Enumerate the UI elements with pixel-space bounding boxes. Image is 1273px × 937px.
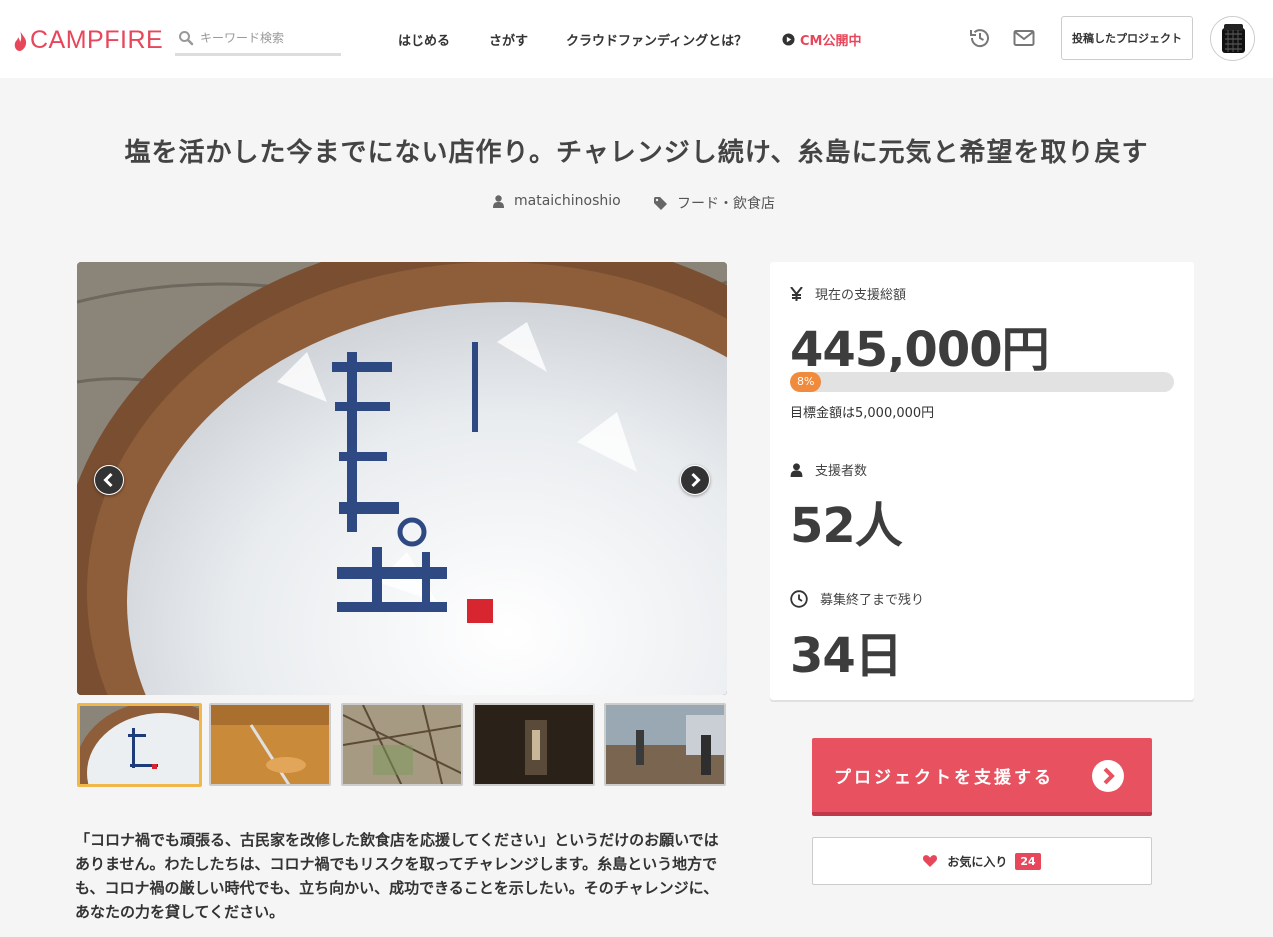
nav-explore[interactable]: さがす <box>489 30 528 49</box>
logo-text: CAMPFIRE <box>30 26 164 54</box>
avatar-image <box>1211 17 1254 60</box>
remaining-days: 34日 <box>790 628 903 684</box>
favorite-count-badge: 24 <box>1015 852 1041 870</box>
campfire-logo[interactable]: CAMPFIRE <box>14 26 163 55</box>
play-icon <box>782 33 795 46</box>
funding-stats-card: 現在の支援総額 445,000円 8% 目標金額は5,000,000円 支援者数… <box>770 262 1194 700</box>
history-icon[interactable] <box>968 26 992 50</box>
salt-basket-image <box>77 262 727 695</box>
search-icon <box>179 30 194 45</box>
total-label: 現在の支援総額 <box>790 284 906 303</box>
project-title: 塩を活かした今までにない店作り。チャレンジし続け、糸島に元気と希望を取り戻す <box>124 138 1149 168</box>
support-project-button[interactable]: プロジェクトを支援する <box>812 738 1152 816</box>
thumbnail-4[interactable] <box>473 703 595 786</box>
user-icon <box>493 194 504 208</box>
backers-label-text: 支援者数 <box>815 464 868 479</box>
support-button-label: プロジェクトを支援する <box>834 767 1054 788</box>
tag-icon <box>654 196 667 210</box>
thumbnail-3[interactable] <box>341 703 463 786</box>
total-label-text: 現在の支援総額 <box>815 288 907 303</box>
thumbnail-image <box>475 705 593 784</box>
nav-about-crowdfunding[interactable]: クラウドファンディングとは？ <box>566 30 747 49</box>
thumbnail-2[interactable] <box>209 703 331 786</box>
favorite-label: お気に入り <box>947 854 1008 869</box>
search-box[interactable] <box>175 22 341 56</box>
backers-count: 52人 <box>790 498 903 554</box>
remaining-label: 募集終了まで残り <box>790 589 924 608</box>
posted-projects-button[interactable]: 投稿したプロジェクト <box>1061 16 1193 60</box>
chevron-left-icon <box>95 466 123 494</box>
site-header: CAMPFIRE はじめる さがす クラウドファンディングとは？ CM公開中 投… <box>0 0 1273 78</box>
chevron-right-icon <box>681 466 709 494</box>
yen-icon <box>790 286 803 301</box>
funding-progress-bar: 8% <box>790 372 1174 392</box>
project-category[interactable]: フード・飲食店 <box>654 193 775 213</box>
thumbnail-5[interactable] <box>604 703 726 786</box>
nav-cm[interactable]: CM公開中 <box>782 30 861 49</box>
nav-cm-label: CM公開中 <box>800 34 862 49</box>
prev-image-button[interactable] <box>94 465 124 495</box>
arrow-right-icon <box>1092 760 1124 792</box>
user-icon <box>790 462 803 477</box>
flame-icon <box>14 30 27 51</box>
heart-icon <box>923 855 938 867</box>
progress-fill: 8% <box>790 372 821 392</box>
thumbnail-image <box>80 706 199 784</box>
project-main-image[interactable] <box>77 262 727 695</box>
project-owner[interactable]: mataichinoshio <box>493 193 621 209</box>
thumbnail-image <box>211 705 329 784</box>
thumbnail-image <box>606 705 724 784</box>
nav-start[interactable]: はじめる <box>398 30 450 49</box>
favorite-button[interactable]: お気に入り 24 <box>812 837 1152 885</box>
backers-label: 支援者数 <box>790 460 867 479</box>
search-input[interactable] <box>200 30 330 45</box>
mail-icon[interactable] <box>1012 26 1036 50</box>
thumbnail-1[interactable] <box>77 703 202 787</box>
goal-amount: 目標金額は5,000,000円 <box>790 406 935 421</box>
project-description: 「コロナ禍でも頑張る、古民家を改修した飲食店を応援してください」というだけのお願… <box>75 831 719 921</box>
total-amount: 445,000円 <box>790 322 1050 378</box>
thumbnail-image <box>343 705 461 784</box>
user-avatar[interactable] <box>1210 16 1255 61</box>
next-image-button[interactable] <box>680 465 710 495</box>
clock-icon <box>790 589 808 608</box>
owner-name: mataichinoshio <box>514 193 621 209</box>
category-name: フード・飲食店 <box>677 196 775 212</box>
remaining-label-text: 募集終了まで残り <box>820 593 925 608</box>
